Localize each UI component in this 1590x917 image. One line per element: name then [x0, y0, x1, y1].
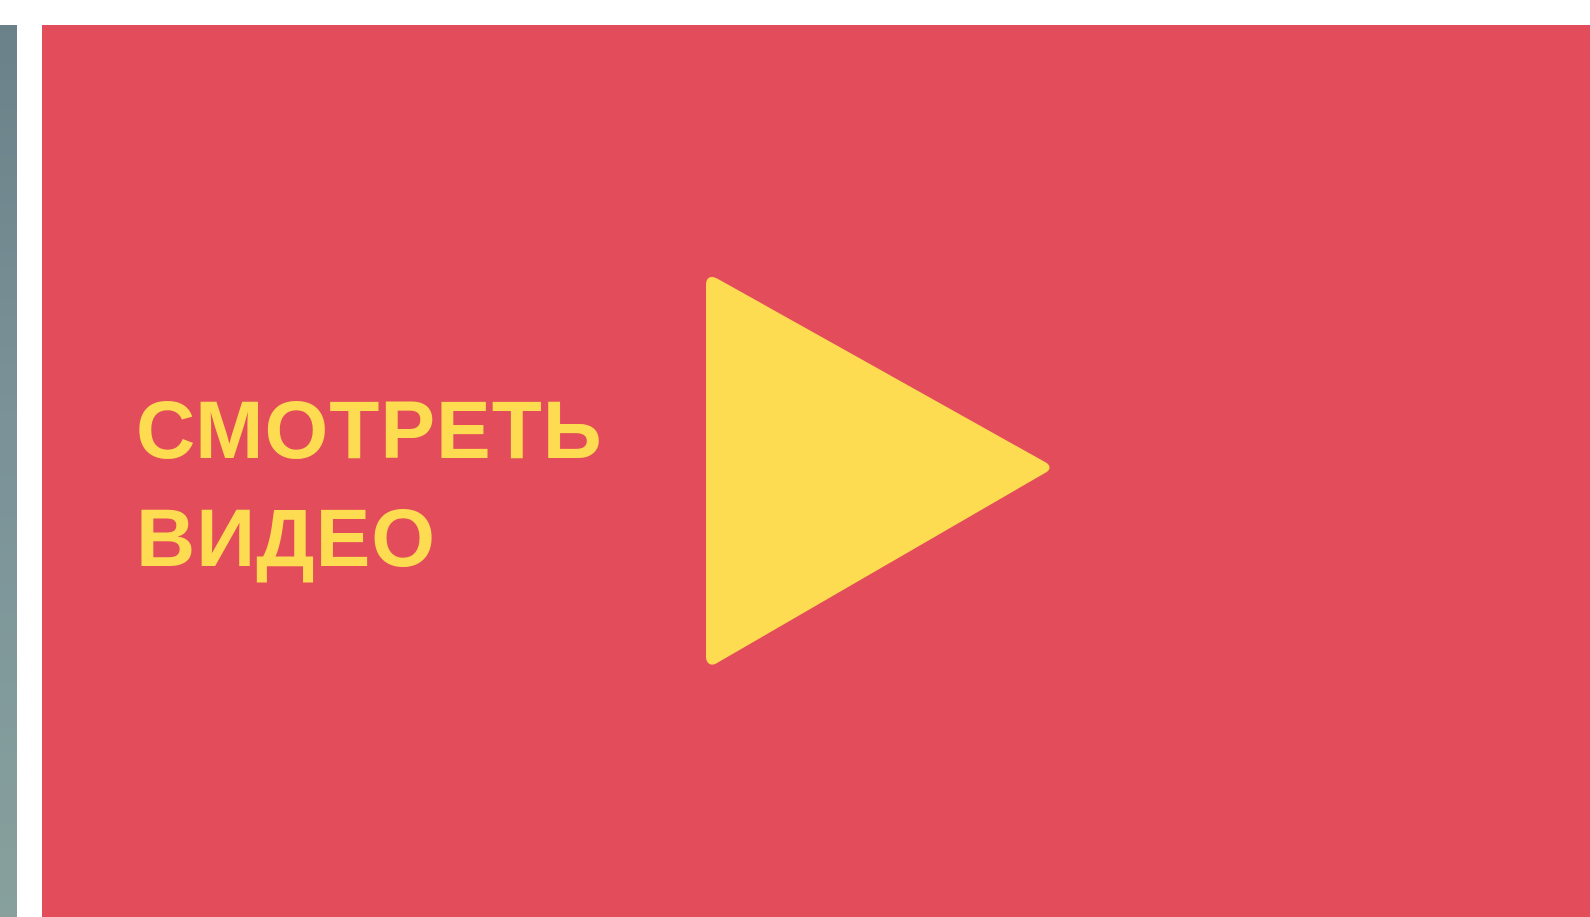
- watch-video-label-line-2: ВИДЕО: [136, 493, 437, 584]
- left-side-strip: [0, 25, 17, 917]
- play-icon: [706, 277, 1050, 665]
- watch-video-label-line-1: СМОТРЕТЬ: [136, 385, 603, 476]
- video-preview-page: СМОТРЕТЬ ВИДЕО: [0, 0, 1590, 917]
- watch-video-label[interactable]: СМОТРЕТЬ ВИДЕО: [136, 377, 656, 593]
- play-button[interactable]: [706, 277, 1054, 667]
- video-preview-panel[interactable]: СМОТРЕТЬ ВИДЕО: [42, 25, 1590, 917]
